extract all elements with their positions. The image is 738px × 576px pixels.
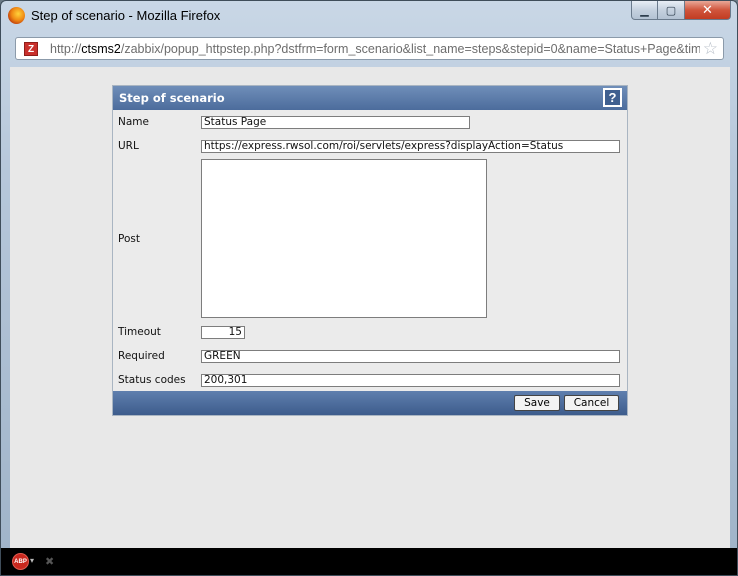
chevron-down-icon[interactable]: ▾ xyxy=(30,556,34,565)
adblock-icon[interactable]: ABP xyxy=(12,553,29,570)
url-input[interactable]: https://express.rwsol.com/roi/servlets/e… xyxy=(201,140,620,153)
star-icon[interactable]: ☆ xyxy=(703,39,718,59)
step-dialog: Step of scenario ? Name Status Page URL … xyxy=(112,85,628,416)
address-bar[interactable]: Z http://ctsms2/zabbix/popup_httpstep.ph… xyxy=(15,37,724,60)
firefox-icon xyxy=(8,7,25,24)
browser-window: Step of scenario - Mozilla Firefox ▁ ▢ ✕… xyxy=(0,0,738,576)
title-bar: Step of scenario - Mozilla Firefox ▁ ▢ ✕ xyxy=(1,1,737,31)
maximize-icon: ▢ xyxy=(665,3,677,17)
name-label: Name xyxy=(118,116,149,128)
post-label: Post xyxy=(118,233,140,245)
minimize-button[interactable]: ▁ xyxy=(631,1,658,20)
addon-icon[interactable]: ✖ xyxy=(45,555,54,568)
close-icon: ✕ xyxy=(702,2,713,18)
help-icon[interactable]: ? xyxy=(603,88,622,107)
timeout-label: Timeout xyxy=(118,326,161,338)
url-label: URL xyxy=(118,140,139,152)
window-title: Step of scenario - Mozilla Firefox xyxy=(31,8,221,23)
dialog-footer: Save Cancel xyxy=(113,391,627,415)
url-host: ctsms2 xyxy=(81,42,121,56)
url-path: /zabbix/popup_httpstep.php?dstfrm=form_s… xyxy=(120,42,700,56)
close-window-button[interactable]: ✕ xyxy=(685,1,731,20)
maximize-button[interactable]: ▢ xyxy=(658,1,685,20)
required-label: Required xyxy=(118,350,165,362)
window-controls: ▁ ▢ ✕ xyxy=(631,1,731,21)
post-textarea[interactable] xyxy=(201,159,487,318)
required-input[interactable]: GREEN xyxy=(201,350,620,363)
save-button[interactable]: Save xyxy=(514,395,560,411)
url-text[interactable]: http://ctsms2/zabbix/popup_httpstep.php?… xyxy=(50,42,700,56)
page-content: Step of scenario ? Name Status Page URL … xyxy=(10,67,730,548)
status-codes-label: Status codes xyxy=(118,374,186,386)
zabbix-favicon: Z xyxy=(24,42,38,56)
timeout-input[interactable]: 15 xyxy=(201,326,245,339)
url-prefix: http:// xyxy=(50,42,82,56)
dialog-header: Step of scenario ? xyxy=(113,86,627,110)
name-input[interactable]: Status Page xyxy=(201,116,470,129)
status-bar: ABP ▾ ✖ xyxy=(1,548,737,575)
status-codes-input[interactable]: 200,301 xyxy=(201,374,620,387)
minimize-icon: ▁ xyxy=(640,3,649,17)
cancel-button[interactable]: Cancel xyxy=(564,395,619,411)
dialog-title: Step of scenario xyxy=(119,91,225,105)
